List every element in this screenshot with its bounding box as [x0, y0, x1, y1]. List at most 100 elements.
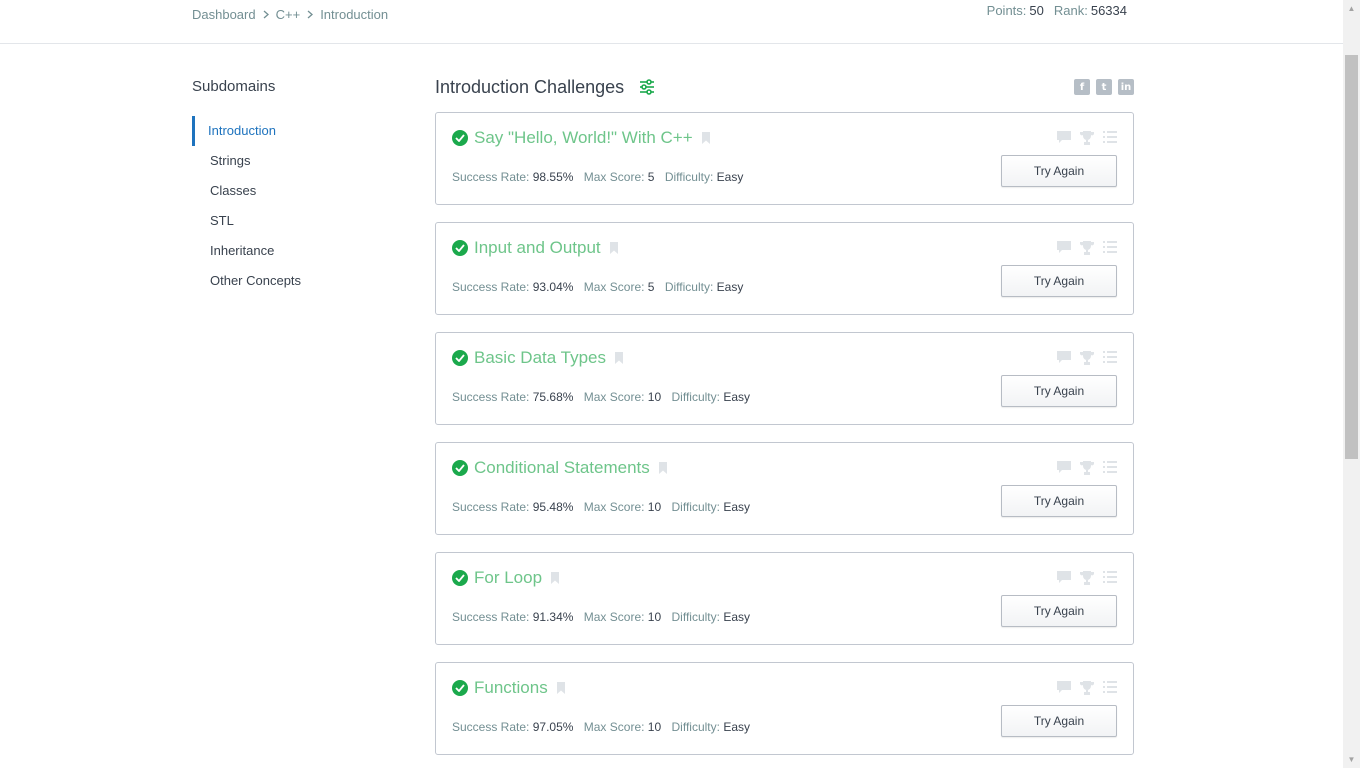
editorial-icon[interactable] — [1103, 571, 1117, 585]
max-score-label: Max Score: — [583, 170, 645, 184]
discussion-icon[interactable] — [1057, 571, 1071, 585]
challenge-meta: Success Rate: 98.55% Max Score: 5 Diffic… — [452, 170, 743, 184]
challenge-title[interactable]: Basic Data Types — [474, 348, 606, 368]
main-title-wrap: Introduction Challenges — [435, 77, 655, 98]
success-rate-value: 91.34% — [532, 610, 574, 624]
sidebar-item-classes[interactable]: Classes — [192, 176, 392, 206]
breadcrumb-dashboard[interactable]: Dashboard — [192, 7, 256, 22]
challenge-card: For Loop Success Rate: 91.34% Max Score:… — [435, 552, 1134, 645]
max-score-value: 10 — [647, 500, 662, 514]
bookmark-icon[interactable] — [658, 462, 667, 474]
scrollbar-thumb[interactable] — [1345, 55, 1358, 459]
leaderboard-icon[interactable] — [1080, 351, 1094, 365]
page-title: Introduction Challenges — [435, 76, 625, 97]
sidebar-item-other-concepts[interactable]: Other Concepts — [192, 266, 392, 296]
challenge-card-head: Functions — [452, 678, 565, 698]
breadcrumb: Dashboard C++ Introduction — [192, 7, 388, 22]
max-score-label: Max Score: — [583, 280, 645, 294]
editorial-icon[interactable] — [1103, 241, 1117, 255]
try-again-button[interactable]: Try Again — [1001, 155, 1117, 187]
discussion-icon[interactable] — [1057, 461, 1071, 475]
discussion-icon[interactable] — [1057, 131, 1071, 145]
leaderboard-icon[interactable] — [1080, 241, 1094, 255]
challenge-title[interactable]: Say "Hello, World!" With C++ — [474, 128, 693, 148]
discussion-icon[interactable] — [1057, 681, 1071, 695]
sidebar-item-strings[interactable]: Strings — [192, 146, 392, 176]
editorial-icon[interactable] — [1103, 131, 1117, 145]
chevron-right-icon — [263, 10, 269, 19]
solved-check-icon — [452, 680, 468, 696]
bookmark-icon[interactable] — [614, 352, 623, 364]
page-scrollbar[interactable]: ▲ ▼ — [1343, 0, 1360, 768]
challenge-card-head: For Loop — [452, 568, 560, 588]
challenge-card: Input and Output Success Rate: 93.04% Ma… — [435, 222, 1134, 315]
discussion-icon[interactable] — [1057, 241, 1071, 255]
challenge-card: Basic Data Types Success Rate: 75.68% Ma… — [435, 332, 1134, 425]
sidebar-item-introduction[interactable]: Introduction — [192, 116, 392, 146]
subdomains-sidebar: Subdomains Introduction Strings Classes … — [192, 78, 392, 296]
challenge-title[interactable]: Functions — [474, 678, 548, 698]
leaderboard-icon[interactable] — [1080, 681, 1094, 695]
sidebar-item-stl[interactable]: STL — [192, 206, 392, 236]
leaderboard-icon[interactable] — [1080, 131, 1094, 145]
points-label: Points: — [986, 3, 1027, 18]
max-score-value: 10 — [647, 390, 662, 404]
success-rate-value: 75.68% — [532, 390, 574, 404]
challenge-action-icons — [1057, 461, 1117, 475]
challenge-list-panel: Introduction Challenges f t in Say "Hell… — [435, 72, 1134, 772]
main-header: Introduction Challenges f t in — [435, 72, 1134, 102]
facebook-icon[interactable]: f — [1074, 79, 1090, 95]
twitter-icon[interactable]: t — [1096, 79, 1112, 95]
challenge-title[interactable]: For Loop — [474, 568, 542, 588]
try-again-button[interactable]: Try Again — [1001, 485, 1117, 517]
challenge-meta: Success Rate: 93.04% Max Score: 5 Diffic… — [452, 280, 743, 294]
editorial-icon[interactable] — [1103, 461, 1117, 475]
challenge-action-icons — [1057, 241, 1117, 255]
challenge-action-icons — [1057, 571, 1117, 585]
bookmark-icon[interactable] — [701, 132, 710, 144]
linkedin-icon[interactable]: in — [1118, 79, 1134, 95]
breadcrumb-cpp[interactable]: C++ — [276, 7, 301, 22]
solved-check-icon — [452, 240, 468, 256]
success-rate-label: Success Rate: — [452, 170, 530, 184]
difficulty-value: Easy — [723, 720, 750, 734]
bookmark-icon[interactable] — [556, 682, 565, 694]
solved-check-icon — [452, 350, 468, 366]
bookmark-icon[interactable] — [609, 242, 618, 254]
filter-sliders-icon[interactable] — [639, 79, 655, 95]
breadcrumb-introduction: Introduction — [320, 7, 389, 22]
max-score-value: 5 — [647, 170, 655, 184]
challenge-card-head: Input and Output — [452, 238, 618, 258]
editorial-icon[interactable] — [1103, 351, 1117, 365]
difficulty-value: Easy — [723, 500, 750, 514]
scroll-up-arrow-icon[interactable]: ▲ — [1343, 0, 1360, 17]
difficulty-label: Difficulty: — [664, 280, 714, 294]
challenge-title[interactable]: Conditional Statements — [474, 458, 650, 478]
difficulty-label: Difficulty: — [671, 610, 720, 624]
max-score-label: Max Score: — [583, 500, 645, 514]
try-again-button[interactable]: Try Again — [1001, 265, 1117, 297]
challenge-action-icons — [1057, 351, 1117, 365]
editorial-icon[interactable] — [1103, 681, 1117, 695]
success-rate-value: 95.48% — [532, 500, 574, 514]
try-again-button[interactable]: Try Again — [1001, 705, 1117, 737]
points-value: 50 — [1029, 3, 1044, 18]
discussion-icon[interactable] — [1057, 351, 1071, 365]
challenge-action-icons — [1057, 681, 1117, 695]
share-buttons: f t in — [1074, 79, 1134, 95]
try-again-button[interactable]: Try Again — [1001, 375, 1117, 407]
leaderboard-icon[interactable] — [1080, 461, 1094, 475]
challenge-card: Say "Hello, World!" With C++ Success Rat… — [435, 112, 1134, 205]
success-rate-label: Success Rate: — [452, 280, 530, 294]
try-again-button[interactable]: Try Again — [1001, 595, 1117, 627]
leaderboard-icon[interactable] — [1080, 571, 1094, 585]
difficulty-label: Difficulty: — [671, 390, 720, 404]
scroll-down-arrow-icon[interactable]: ▼ — [1343, 751, 1360, 768]
challenge-title[interactable]: Input and Output — [474, 238, 601, 258]
difficulty-value: Easy — [716, 280, 744, 294]
challenge-meta: Success Rate: 97.05% Max Score: 10 Diffi… — [452, 720, 750, 734]
sidebar-item-inheritance[interactable]: Inheritance — [192, 236, 392, 266]
success-rate-label: Success Rate: — [452, 610, 530, 624]
subdomain-list: Introduction Strings Classes STL Inherit… — [192, 116, 392, 296]
bookmark-icon[interactable] — [551, 572, 560, 584]
